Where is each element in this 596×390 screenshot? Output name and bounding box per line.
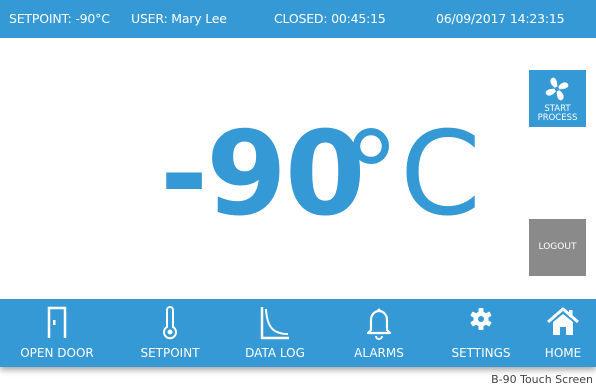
thermometer-icon: [163, 306, 177, 340]
nav-data-log-label: DATA LOG: [245, 346, 305, 360]
status-bar: SETPOINT: -90°C USER: Mary Lee CLOSED: 0…: [0, 0, 596, 38]
chart-curve-icon: [260, 307, 289, 340]
bell-icon: [366, 308, 392, 340]
gear-icon: [470, 308, 492, 330]
bottom-nav-bar: OPEN DOOR SETPOINT DATA LOG ALARMS SETTI…: [0, 299, 596, 367]
nav-settings[interactable]: SETTINGS: [436, 299, 526, 367]
temperature-display: -90 °C: [160, 100, 500, 250]
nav-data-log[interactable]: DATA LOG: [230, 299, 320, 367]
nav-open-door[interactable]: OPEN DOOR: [12, 299, 102, 367]
status-closed-timer: CLOSED: 00:45:15: [274, 11, 386, 26]
touch-screen: SETPOINT: -90°C USER: Mary Lee CLOSED: 0…: [0, 0, 596, 367]
nav-home[interactable]: HOME: [530, 299, 596, 367]
nav-alarms-label: ALARMS: [354, 346, 404, 360]
nav-home-label: HOME: [544, 346, 582, 360]
home-icon: [547, 307, 579, 335]
nav-alarms[interactable]: ALARMS: [334, 299, 424, 367]
screen-caption: B-90 Touch Screen: [491, 373, 593, 386]
fan-icon: [545, 77, 569, 101]
start-process-label: START PROCESS: [537, 104, 578, 123]
door-icon: [47, 306, 67, 338]
nav-settings-label: SETTINGS: [451, 346, 511, 360]
logout-button[interactable]: LOGOUT: [529, 219, 586, 276]
nav-open-door-label: OPEN DOOR: [20, 346, 94, 360]
status-datetime: 06/09/2017 14:23:15: [436, 11, 565, 26]
temperature-unit: °C: [342, 107, 481, 242]
nav-setpoint[interactable]: SETPOINT: [125, 299, 215, 367]
logout-label: LOGOUT: [538, 242, 577, 252]
status-user: USER: Mary Lee: [131, 11, 227, 26]
status-setpoint: SETPOINT: -90°C: [9, 11, 110, 26]
start-process-button[interactable]: START PROCESS: [529, 70, 586, 127]
temperature-value: -90: [160, 107, 366, 242]
nav-setpoint-label: SETPOINT: [140, 346, 200, 360]
